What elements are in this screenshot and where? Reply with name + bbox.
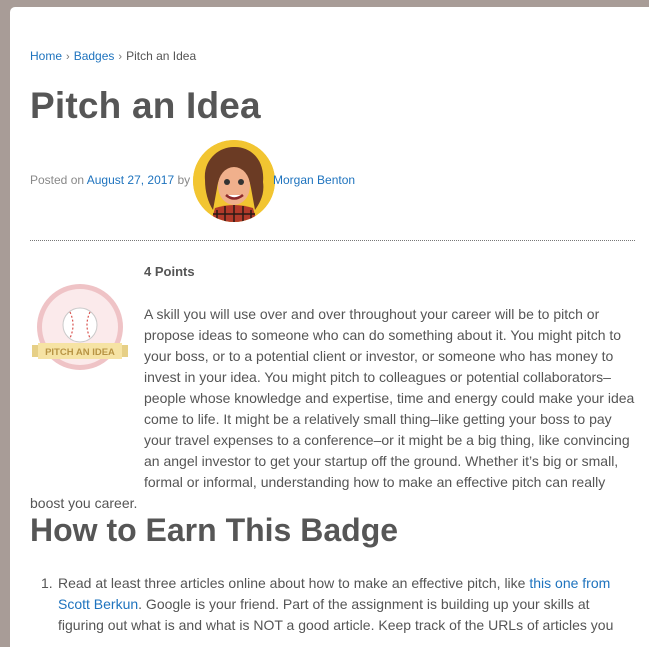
- breadcrumb-separator: ›: [118, 51, 123, 63]
- breadcrumb-home-link[interactable]: Home: [30, 49, 62, 63]
- page-title: Pitch an Idea: [30, 85, 261, 126]
- author-link[interactable]: Morgan Benton: [273, 173, 355, 187]
- float-spacer: [30, 304, 144, 474]
- badge-description: A skill you will use over and over throu…: [30, 304, 638, 514]
- list-item-text: Read at least three articles online abou…: [58, 575, 530, 591]
- breadcrumb-badges-link[interactable]: Badges: [74, 49, 115, 63]
- list-item: 1. Read at least three articles online a…: [41, 573, 628, 636]
- posted-on-label: Posted on: [30, 173, 85, 187]
- author-avatar[interactable]: [193, 140, 275, 222]
- list-item-number: 1.: [41, 575, 53, 591]
- breadcrumb: Home › Badges › Pitch an Idea: [30, 49, 196, 63]
- steps-list: 1. Read at least three articles online a…: [41, 573, 628, 636]
- list-item-text: . Google is your friend. Part of the ass…: [58, 596, 614, 633]
- breadcrumb-current: Pitch an Idea: [126, 49, 197, 63]
- avatar-illustration: [193, 140, 275, 222]
- breadcrumb-separator: ›: [66, 51, 70, 63]
- post-date-link[interactable]: August 27, 2017: [87, 173, 174, 187]
- badge-points: 4 Points: [144, 264, 195, 279]
- post-meta: Posted on August 27, 2017 by: [30, 173, 190, 187]
- by-label: by: [177, 173, 191, 187]
- section-title: How to Earn This Badge: [30, 512, 399, 548]
- page-content: Home › Badges › Pitch an Idea Pitch an Idea …: [10, 7, 649, 647]
- divider: [30, 240, 635, 241]
